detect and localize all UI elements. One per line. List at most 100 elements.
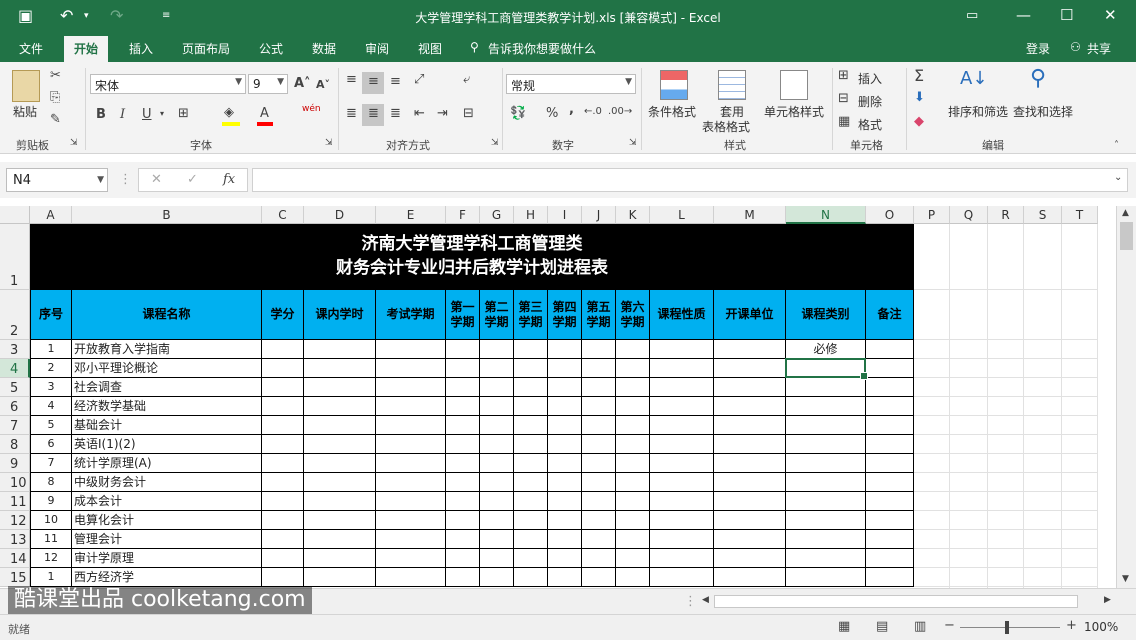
cell-course-category[interactable]: [786, 416, 866, 435]
table-cell[interactable]: [304, 359, 376, 378]
table-cell[interactable]: [582, 568, 616, 587]
table-cell[interactable]: [548, 340, 582, 359]
zoom-slider-thumb[interactable]: [1005, 621, 1009, 634]
table-cell[interactable]: [480, 568, 514, 587]
expand-formula-icon[interactable]: ⌄: [1114, 172, 1122, 183]
orientation-icon[interactable]: ⤢: [414, 72, 424, 87]
table-cell[interactable]: [866, 473, 914, 492]
table-cell[interactable]: [866, 359, 914, 378]
tab-data[interactable]: 数据: [312, 40, 336, 57]
percent-button[interactable]: %: [546, 106, 558, 121]
sheet-title-cell[interactable]: 济南大学管理学科工商管理类 财务会计专业归并后教学计划进程表: [30, 224, 914, 290]
cell-course-category[interactable]: [786, 511, 866, 530]
row-header-1[interactable]: 1: [0, 224, 30, 290]
table-cell[interactable]: [714, 511, 786, 530]
table-cell[interactable]: [616, 416, 650, 435]
table-cell[interactable]: [376, 435, 446, 454]
row-header-10[interactable]: 10: [0, 473, 30, 492]
table-cell[interactable]: [446, 511, 480, 530]
table-cell[interactable]: [714, 473, 786, 492]
table-cell[interactable]: [376, 416, 446, 435]
close-icon[interactable]: ✕: [1104, 6, 1117, 24]
header-cell-l[interactable]: 课程性质: [650, 290, 714, 340]
tab-formulas[interactable]: 公式: [259, 40, 283, 57]
table-cell[interactable]: [514, 549, 548, 568]
column-header-e[interactable]: E: [376, 206, 446, 224]
cell-course-name[interactable]: 统计学原理(A): [72, 454, 262, 473]
cell-course-name[interactable]: 社会调查: [72, 378, 262, 397]
table-cell[interactable]: [514, 378, 548, 397]
select-all-button[interactable]: [0, 206, 30, 224]
cell-no[interactable]: 9: [30, 492, 72, 511]
cell-no[interactable]: 1: [30, 568, 72, 587]
row-header-3[interactable]: 3: [0, 340, 30, 359]
header-cell-h[interactable]: 第三学期: [514, 290, 548, 340]
cut-icon[interactable]: ✂: [50, 68, 61, 83]
column-header-s[interactable]: S: [1024, 206, 1062, 224]
table-cell[interactable]: [866, 492, 914, 511]
italic-button[interactable]: I: [120, 107, 125, 122]
table-cell[interactable]: [548, 359, 582, 378]
sort-filter-icon[interactable]: A↓: [960, 68, 987, 89]
horizontal-scroll-thumb[interactable]: [714, 595, 1078, 608]
table-cell[interactable]: [304, 473, 376, 492]
table-cell[interactable]: [514, 416, 548, 435]
table-cell[interactable]: [582, 340, 616, 359]
table-cell[interactable]: [582, 359, 616, 378]
column-header-h[interactable]: H: [514, 206, 548, 224]
table-cell[interactable]: [446, 492, 480, 511]
tab-insert[interactable]: 插入: [129, 40, 153, 57]
header-cell-d[interactable]: 课内学时: [304, 290, 376, 340]
column-header-d[interactable]: D: [304, 206, 376, 224]
table-cell[interactable]: [714, 492, 786, 511]
table-cell[interactable]: [548, 416, 582, 435]
chevron-down-icon[interactable]: ▾: [160, 109, 164, 118]
table-cell[interactable]: [480, 435, 514, 454]
table-cell[interactable]: [616, 378, 650, 397]
column-header-q[interactable]: Q: [950, 206, 988, 224]
table-cell[interactable]: [446, 378, 480, 397]
phonetic-button[interactable]: wén: [302, 104, 321, 114]
table-cell[interactable]: [480, 530, 514, 549]
table-cell[interactable]: [446, 397, 480, 416]
align-bottom-icon[interactable]: ≡: [390, 74, 401, 89]
table-cell[interactable]: [714, 378, 786, 397]
table-cell[interactable]: [616, 340, 650, 359]
fill-color-icon[interactable]: ◈: [224, 105, 234, 120]
enter-icon[interactable]: ✓: [187, 172, 198, 187]
number-launcher-icon[interactable]: ⇲: [629, 138, 637, 148]
insert-cells-button[interactable]: 插入: [858, 70, 882, 87]
cell-course-category[interactable]: [786, 492, 866, 511]
table-cell[interactable]: [650, 397, 714, 416]
table-cell[interactable]: [480, 378, 514, 397]
cell-course-name[interactable]: 开放教育入学指南: [72, 340, 262, 359]
table-cell[interactable]: [650, 340, 714, 359]
header-cell-m[interactable]: 开课单位: [714, 290, 786, 340]
cell-course-category[interactable]: [786, 397, 866, 416]
cancel-icon[interactable]: ✕: [151, 172, 162, 187]
table-cell[interactable]: [650, 473, 714, 492]
table-cell[interactable]: [548, 511, 582, 530]
row-header-5[interactable]: 5: [0, 378, 30, 397]
table-cell[interactable]: [480, 359, 514, 378]
cell-course-category[interactable]: [786, 473, 866, 492]
merge-center-icon[interactable]: ⊟: [463, 106, 474, 121]
row-header-9[interactable]: 9: [0, 454, 30, 473]
name-box[interactable]: N4 ▼: [6, 168, 108, 192]
table-cell[interactable]: [262, 359, 304, 378]
header-cell-n[interactable]: 课程类别: [786, 290, 866, 340]
column-header-m[interactable]: M: [714, 206, 786, 224]
insert-function-button[interactable]: fx: [223, 172, 235, 187]
table-cell[interactable]: [514, 397, 548, 416]
vertical-scroll-thumb[interactable]: [1120, 222, 1133, 250]
table-cell[interactable]: [480, 549, 514, 568]
table-cell[interactable]: [714, 568, 786, 587]
paste-icon[interactable]: [12, 70, 40, 102]
tab-review[interactable]: 审阅: [365, 40, 389, 57]
table-cell[interactable]: [304, 397, 376, 416]
borders-icon[interactable]: ⊞: [178, 106, 189, 121]
table-cell[interactable]: [376, 568, 446, 587]
table-cell[interactable]: [514, 568, 548, 587]
scroll-down-icon[interactable]: ▼: [1122, 574, 1129, 584]
normal-view-icon[interactable]: ▦: [838, 619, 850, 634]
